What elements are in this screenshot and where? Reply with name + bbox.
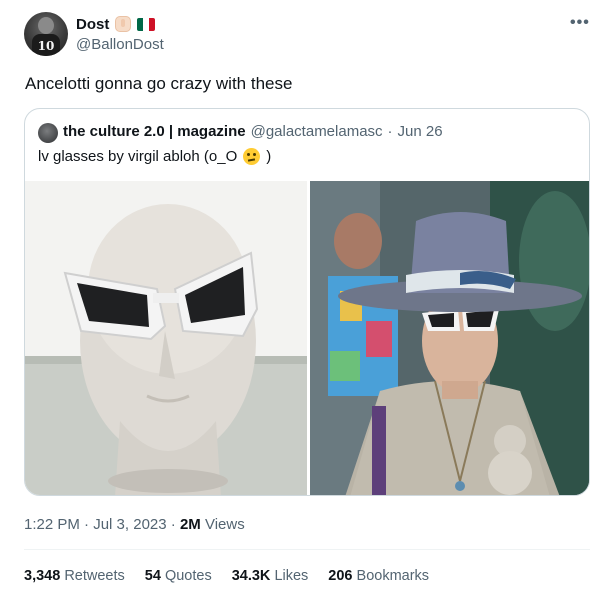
quoted-text-end: ) bbox=[266, 148, 272, 165]
quoted-image-model[interactable] bbox=[310, 181, 589, 495]
author-avatar[interactable]: 10 bbox=[24, 12, 68, 56]
mexico-flag-icon bbox=[137, 17, 156, 31]
bookmarks-count: 206 bbox=[328, 568, 353, 584]
quoted-author-avatar bbox=[38, 123, 58, 143]
quoted-header: the culture 2.0 | magazine @galactamelam… bbox=[63, 123, 443, 140]
meta-separator: · bbox=[84, 516, 90, 533]
avatar-head-shape bbox=[38, 17, 54, 34]
thinking-face-emoji-icon bbox=[243, 148, 261, 165]
likes-label: Likes bbox=[274, 568, 309, 584]
quoted-text-main: lv glasses by virgil abloh (o_O bbox=[38, 148, 238, 165]
likes-stat[interactable]: 34.3K Likes bbox=[232, 568, 309, 584]
avatar-jersey-number: 10 bbox=[37, 39, 55, 53]
quoted-text: lv glasses by virgil abloh (o_O ) bbox=[38, 148, 271, 165]
tweet-text: Ancelotti gonna go crazy with these bbox=[25, 74, 293, 93]
mannequin-image-graphic bbox=[25, 181, 307, 495]
bookmarks-stat[interactable]: 206 Bookmarks bbox=[328, 568, 429, 584]
views-count: 2M bbox=[179, 516, 201, 533]
tweet-time[interactable]: 1:22 PM bbox=[24, 516, 80, 533]
quoted-separator: · bbox=[387, 123, 393, 140]
quotes-label: Quotes bbox=[164, 568, 212, 584]
author-display-name[interactable]: Dost bbox=[76, 16, 109, 33]
quoted-author-handle: @galactamelamasc bbox=[250, 123, 383, 140]
divider bbox=[24, 549, 590, 550]
retweets-count: 3,348 bbox=[24, 568, 61, 584]
hand-emoji-icon bbox=[115, 16, 132, 32]
likes-count: 34.3K bbox=[231, 568, 271, 584]
more-options-icon[interactable]: ••• bbox=[570, 14, 590, 32]
views-label: Views bbox=[204, 516, 245, 533]
author-handle[interactable]: @BallonDost bbox=[76, 36, 164, 53]
quoted-date: Jun 26 bbox=[397, 123, 443, 140]
quoted-author-name: the culture 2.0 | magazine bbox=[63, 123, 246, 140]
tweet-date[interactable]: Jul 3, 2023 bbox=[93, 516, 166, 533]
retweets-stat[interactable]: 3,348 Retweets bbox=[24, 568, 125, 584]
quotes-count: 54 bbox=[144, 568, 161, 584]
tweet: 10 Dost @BallonDost ••• Ancelotti gonna … bbox=[0, 0, 610, 595]
author-name-row: Dost bbox=[76, 14, 156, 34]
quotes-stat[interactable]: 54 Quotes bbox=[145, 568, 212, 584]
bookmarks-label: Bookmarks bbox=[356, 568, 430, 584]
quoted-image-mannequin[interactable] bbox=[25, 181, 307, 495]
quoted-tweet[interactable]: the culture 2.0 | magazine @galactamelam… bbox=[24, 108, 590, 496]
tweet-meta: 1:22 PM · Jul 3, 2023 · 2M Views bbox=[24, 516, 245, 533]
model-image-graphic bbox=[310, 181, 589, 495]
retweets-label: Retweets bbox=[64, 568, 125, 584]
meta-separator: · bbox=[170, 516, 176, 533]
engagement-stats: 3,348 Retweets 54 Quotes 34.3K Likes 206… bbox=[24, 568, 429, 584]
